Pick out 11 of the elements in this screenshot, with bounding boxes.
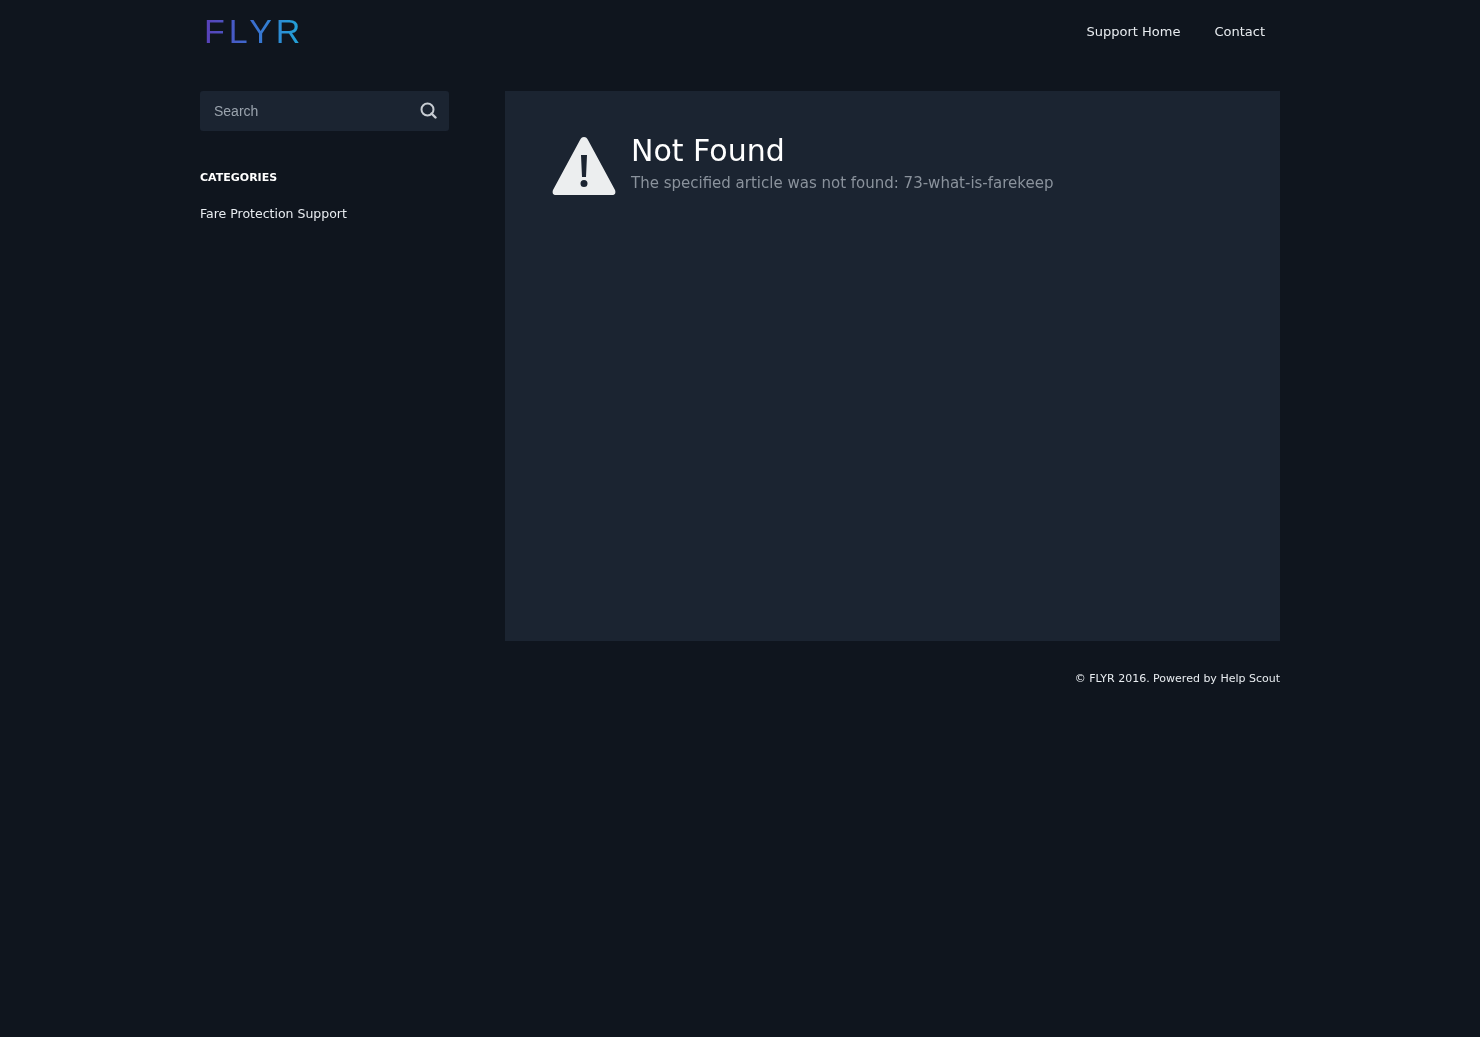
- category-link[interactable]: Fare Protection Support: [200, 206, 347, 221]
- page-title: Not Found: [631, 133, 786, 168]
- search-icon[interactable]: [420, 102, 437, 119]
- footer-text: © FLYR 2016. Powered by Help Scout: [1074, 672, 1280, 685]
- warning-icon: [551, 135, 617, 197]
- nav-link[interactable]: Contact: [1214, 23, 1265, 39]
- footer-link[interactable]: Help Scout: [1220, 672, 1280, 685]
- search-field[interactable]: Search: [200, 91, 449, 131]
- categories-heading: CATEGORIES: [200, 171, 279, 184]
- error-message: The specified article was not found: 73-what-is-farekeep: [631, 174, 1054, 192]
- nav-link[interactable]: Support Home: [1086, 23, 1181, 39]
